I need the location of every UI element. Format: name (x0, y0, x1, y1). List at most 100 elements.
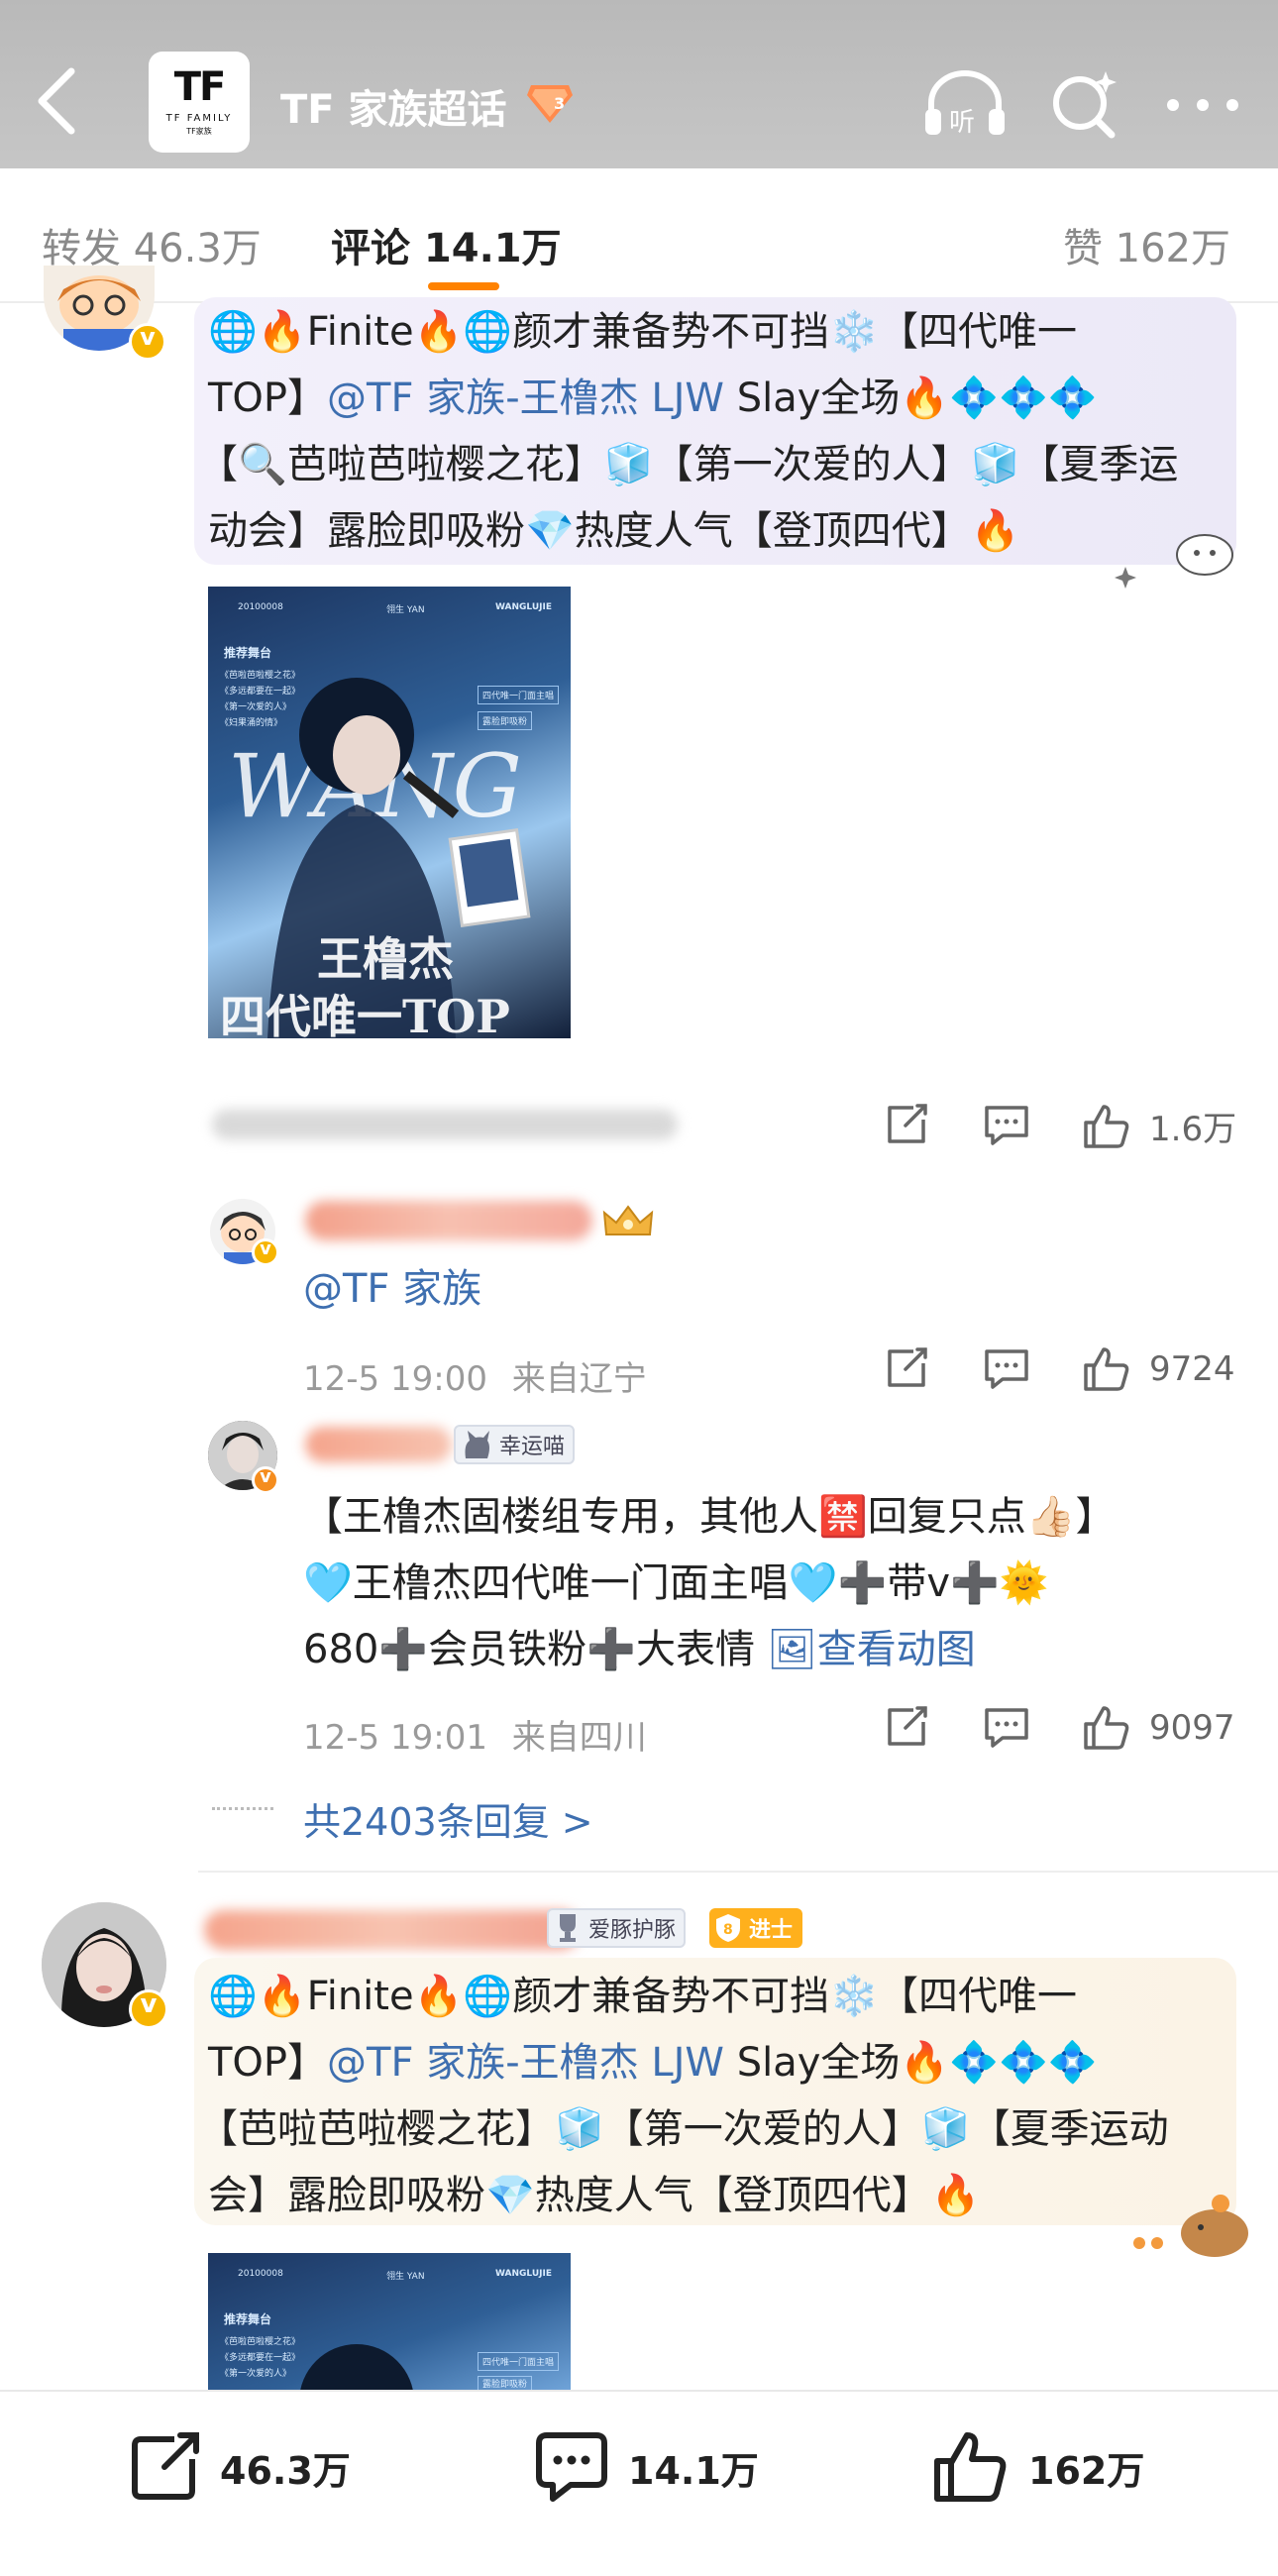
like-button[interactable]: 162万 (931, 2429, 1144, 2505)
source-label-blurred (212, 1110, 678, 1139)
logo-subtitle-cn: TF家族 (186, 127, 212, 136)
active-tab-indicator (428, 282, 499, 290)
share-button[interactable] (884, 1345, 929, 1391)
like-button[interactable]: 1.6万 (1082, 1102, 1236, 1150)
like-count: 1.6万 (1149, 1110, 1237, 1149)
cat-icon (465, 1431, 489, 1458)
thumbs-up-icon (934, 2432, 1007, 2502)
comment-icon (985, 1349, 1028, 1389)
share-button[interactable] (884, 1102, 929, 1147)
like-button[interactable]: 9724 (1082, 1345, 1235, 1393)
level-tag-label: 进士 (749, 1918, 794, 1943)
svg-text:3: 3 (554, 94, 565, 113)
svg-text:听: 听 (949, 108, 975, 138)
comment-image[interactable]: 20100008 翎生 YAN WANGLUJIE 推荐舞台 《芭啦芭啦樱之花》… (208, 2253, 571, 2390)
level-tag: 8 进士 (709, 1908, 803, 1948)
supertopic-logo[interactable]: TF TF FAMILY TF家族 (149, 52, 250, 153)
username-blurred[interactable] (305, 1427, 452, 1462)
comment-line: 【🔍芭啦芭啦樱之花】🧊【第一次爱的人】🧊【夏季运 (198, 442, 1179, 487)
comment-image[interactable]: 20100008 翎生 YAN WANGLUJIE 推荐舞台 《芭啦芭啦樱之花》… (208, 587, 571, 1038)
more-icon[interactable] (1163, 95, 1242, 115)
thumbs-up-icon (1084, 1347, 1129, 1391)
tab-likes[interactable]: 赞 162万 (1063, 216, 1230, 273)
location: 来自辽宁 (511, 1359, 647, 1399)
bottom-action-bar: 46.3万 14.1万 162万 (0, 2390, 1278, 2576)
reply-button[interactable] (983, 1102, 1030, 1147)
text-segment: TOP】 (208, 376, 328, 421)
mention-link[interactable]: @TF 家族-王橹杰 LJW (327, 2040, 724, 2086)
trophy-icon (560, 1914, 576, 1942)
comment-count: 14.1万 (628, 2448, 759, 2493)
comment-line: 会】露脸即吸粉💎热度人气【登顶四代】🔥 (208, 2173, 981, 2218)
share-icon (888, 1347, 927, 1387)
fan-tag: 幸运喵 (454, 1425, 576, 1464)
divider (198, 1871, 1278, 1873)
level-badge-icon: 3 (527, 85, 573, 123)
reply-meta: 12-5 19:00 来自辽宁 (303, 1351, 647, 1400)
reply-button[interactable] (983, 1345, 1030, 1391)
svg-text:8: 8 (723, 1922, 733, 1938)
logo-text: TF (173, 64, 227, 110)
comment-text: 🌐🔥Finite🔥🌐颜才兼备势不可挡❄️【四代唯一 TOP】@TF 家族-王橹杰… (198, 1964, 1238, 2229)
search-icon[interactable] (1046, 67, 1121, 143)
fan-tag: 爱豚护豚 (547, 1908, 687, 1948)
view-all-replies-link[interactable]: 共2403条回复 > (303, 1791, 593, 1846)
mention-link[interactable]: @TF 家族 (303, 1266, 481, 1312)
comment-text: 🌐🔥Finite🔥🌐颜才兼备势不可挡❄️【四代唯一 TOP】@TF 家族-王橹杰… (198, 299, 1238, 565)
view-gif-link[interactable]: 🖼查看动图 (767, 1627, 976, 1672)
mention-link[interactable]: @TF 家族-王橹杰 LJW (327, 376, 724, 421)
tab-bar: 转发 46.3万 评论 14.1万 赞 162万 (0, 168, 1278, 303)
thumbs-up-icon (1084, 1706, 1129, 1750)
share-icon (888, 1706, 927, 1746)
timestamp: 12-5 19:00 (303, 1359, 487, 1399)
like-count: 9724 (1149, 1349, 1235, 1389)
comment-line: 🌐🔥Finite🔥🌐颜才兼备势不可挡❄️【四代唯一 (208, 309, 1077, 355)
comment-line: TOP】@TF 家族-王橹杰 LJW Slay全场🔥💠💠💠 (208, 2030, 1238, 2096)
share-icon (132, 2432, 199, 2500)
tab-comments[interactable]: 评论 14.1万 (331, 216, 562, 273)
text-segment: Slay全场🔥💠💠💠 (723, 376, 1098, 421)
verified-badge-icon (129, 1989, 168, 2029)
text-segment: TOP】 (208, 2040, 328, 2086)
comment-line: TOP】@TF 家族-王橹杰 LJW Slay全场🔥💠💠💠 (208, 366, 1238, 432)
level-shield-icon: 8 (716, 1914, 740, 1942)
comment-icon (985, 1106, 1028, 1145)
image-caption: 四代唯一TOP (220, 990, 510, 1038)
comment-icon (536, 2432, 607, 2502)
fan-tag-label: 爱豚护豚 (588, 1918, 677, 1943)
repost-button[interactable]: 46.3万 (127, 2429, 351, 2505)
comment-line: 【芭啦芭啦樱之花】🧊【第一次爱的人】🧊【夏季运动 (198, 2106, 1169, 2152)
like-count: 9097 (1149, 1708, 1235, 1748)
back-icon[interactable] (28, 61, 87, 141)
image-caption: 王橹杰 (317, 932, 454, 986)
singer-silhouette-icon (300, 2344, 413, 2390)
username-blurred[interactable] (305, 1201, 592, 1240)
reply-text: 【王橹杰固楼组专用，其他人🈲回复只点👍🏻】 🩵王橹杰四代唯一门面主唱🩵➕带v➕🌞… (303, 1484, 1244, 1683)
verified-badge-icon (129, 323, 166, 361)
reply-line: 【王橹杰固楼组专用，其他人🈲回复只点👍🏻】 (303, 1494, 1116, 1540)
top-bar: TF TF FAMILY TF家族 TF 家族超话 3 听 (0, 0, 1278, 168)
reply-line: 680➕会员铁粉➕大表情 🖼查看动图 (303, 1617, 1244, 1683)
page-title[interactable]: TF 家族超话 (280, 77, 507, 135)
comment-icon (985, 1708, 1028, 1748)
fan-tag-label: 幸运喵 (499, 1435, 566, 1459)
username-blurred[interactable] (204, 1910, 581, 1950)
comment-button[interactable]: 14.1万 (533, 2429, 759, 2505)
like-button[interactable]: 9097 (1082, 1704, 1235, 1752)
crown-icon (602, 1205, 654, 1235)
text-segment: Slay全场🔥💠💠💠 (723, 2040, 1098, 2086)
location: 来自四川 (511, 1718, 647, 1758)
repost-count: 46.3万 (220, 2448, 351, 2493)
reply-button[interactable] (983, 1704, 1030, 1750)
logo-subtitle: TF FAMILY (165, 113, 233, 124)
comment-line: 动会】露脸即吸粉💎热度人气【登顶四代】🔥 (208, 508, 1020, 554)
verified-badge-icon (252, 1238, 279, 1266)
reply-text: @TF 家族 (303, 1256, 481, 1323)
comment-line: 🌐🔥Finite🔥🌐颜才兼备势不可挡❄️【四代唯一 (208, 1974, 1077, 2019)
share-button[interactable] (884, 1704, 929, 1750)
listen-icon[interactable]: 听 (921, 65, 1009, 141)
like-count: 162万 (1028, 2448, 1145, 2493)
timestamp: 12-5 19:01 (303, 1718, 487, 1758)
text-segment: 680➕会员铁粉➕大表情 (303, 1627, 755, 1672)
verified-badge-icon (252, 1466, 279, 1494)
